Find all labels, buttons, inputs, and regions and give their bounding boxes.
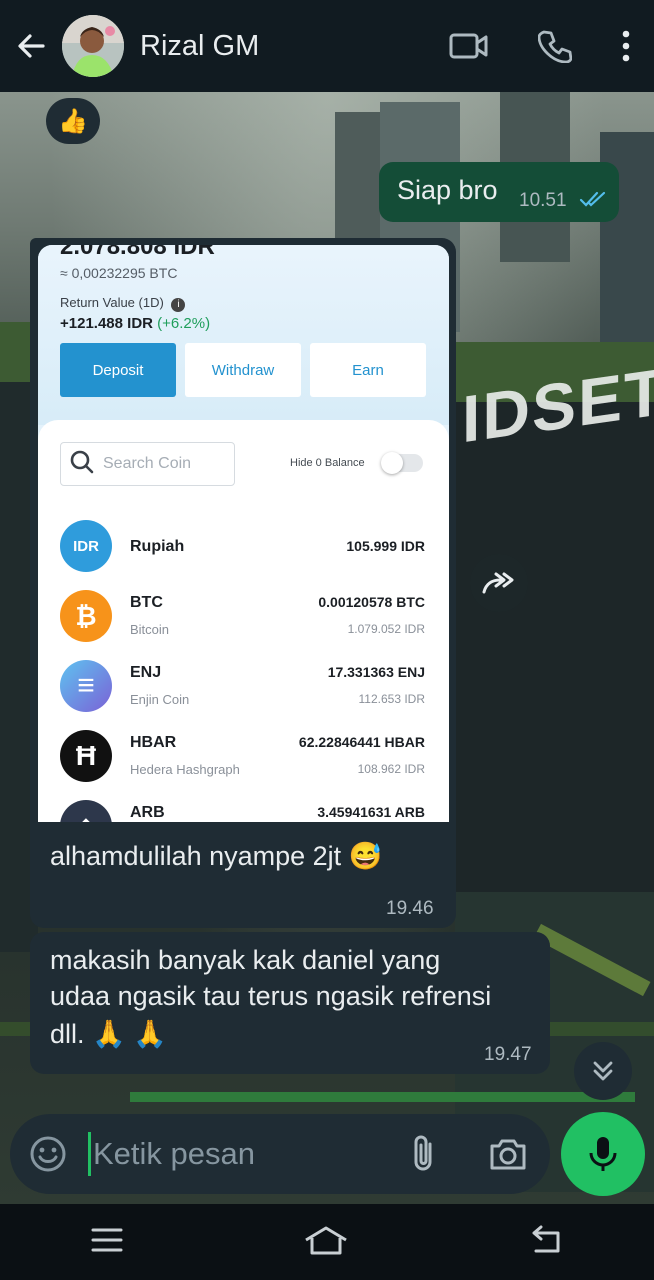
coin-row-arb[interactable]: ◆ ARB 3.45941631 ARB [38, 800, 449, 822]
back-arrow-icon[interactable] [0, 0, 62, 92]
search-icon [69, 449, 95, 480]
incoming-message[interactable]: makasih banyak kak daniel yang udaa ngas… [30, 932, 550, 1074]
return-value: +121.488 IDR (+6.2%) [60, 315, 211, 332]
video-call-icon[interactable] [426, 0, 512, 92]
arbitrum-icon: ◆ [60, 800, 112, 822]
deposit-button[interactable]: Deposit [60, 343, 176, 397]
enjin-coin-icon: ≡ [60, 660, 112, 712]
hide-zero-balance-label: Hide 0 Balance [290, 457, 365, 469]
double-chevron-down-icon [593, 1061, 613, 1081]
message-line: udaa ngasik tau terus ngasik refrensi [50, 981, 492, 1011]
earn-button[interactable]: Earn [310, 343, 426, 397]
idr-coin-icon: IDR [60, 520, 112, 572]
wallet-screenshot-image[interactable]: 2.078.808 IDR ≈ 0,00232295 BTC Return Va… [38, 245, 449, 822]
return-label: Return Value (1D) i [60, 295, 186, 312]
camera-icon[interactable] [488, 1134, 528, 1179]
outgoing-message[interactable]: Siap bro 10.51 [379, 162, 619, 222]
voice-call-icon[interactable] [512, 0, 598, 92]
message-time: 19.46 [386, 898, 434, 919]
text-cursor [88, 1132, 91, 1176]
search-coin-input[interactable]: Search Coin [60, 442, 235, 486]
btc-equivalent: ≈ 0,00232295 BTC [60, 265, 178, 281]
mic-button[interactable] [561, 1112, 645, 1196]
recent-apps-icon[interactable] [90, 1226, 124, 1259]
attach-icon[interactable] [408, 1134, 442, 1179]
contact-name[interactable]: Rizal GM [140, 30, 259, 63]
mic-icon [589, 1137, 617, 1171]
chat-screen: Rizal GM IDSET 👍 Siap bro 10.51 2.078.80… [0, 0, 654, 1280]
chat-header: Rizal GM [0, 0, 654, 92]
system-navigation-bar [0, 1204, 654, 1280]
bitcoin-icon: ₿ [60, 590, 112, 642]
back-nav-icon[interactable] [528, 1225, 564, 1260]
hedera-icon: Ħ [60, 730, 112, 782]
coin-row-idr[interactable]: IDR Rupiah 105.999 IDR [38, 520, 449, 590]
wallet-summary: 2.078.808 IDR ≈ 0,00232295 BTC Return Va… [38, 245, 449, 425]
more-menu-icon[interactable] [598, 0, 654, 92]
forward-button[interactable] [470, 554, 528, 612]
avatar[interactable] [62, 15, 124, 77]
info-icon: i [171, 298, 186, 312]
message-time: 19.47 [484, 1044, 532, 1065]
scroll-down-button[interactable] [574, 1042, 632, 1100]
reaction-badge[interactable]: 👍 [46, 98, 100, 144]
emoji-icon[interactable] [28, 1134, 68, 1174]
message-text: Siap bro [397, 175, 498, 205]
balance-value: 2.078.808 IDR [60, 245, 215, 260]
home-icon[interactable] [303, 1224, 349, 1261]
forward-icon [482, 572, 514, 594]
coin-row-hbar[interactable]: Ħ HBAR Hedera Hashgraph 62.22846441 HBAR… [38, 730, 449, 800]
message-line: makasih banyak kak daniel yang [50, 945, 441, 975]
message-line: dll. 🙏 🙏 [50, 1019, 167, 1049]
message-input-bar: Ketik pesan [10, 1114, 550, 1194]
coin-list-panel: Search Coin Hide 0 Balance IDR Rupiah 10… [38, 420, 449, 822]
coin-row-btc[interactable]: ₿ BTC Bitcoin 0.00120578 BTC 1.079.052 I… [38, 590, 449, 660]
message-time: 10.51 [519, 190, 567, 211]
thumbs-up-icon: 👍 [58, 107, 88, 135]
coin-row-enj[interactable]: ≡ ENJ Enjin Coin 17.331363 ENJ 112.653 I… [38, 660, 449, 730]
image-caption: alhamdulilah nyampe 2jt 😅 [50, 841, 383, 871]
message-input[interactable]: Ketik pesan [93, 1136, 393, 1172]
withdraw-button[interactable]: Withdraw [185, 343, 301, 397]
read-receipt-icon [579, 190, 609, 213]
hide-zero-balance-toggle[interactable] [381, 452, 423, 474]
